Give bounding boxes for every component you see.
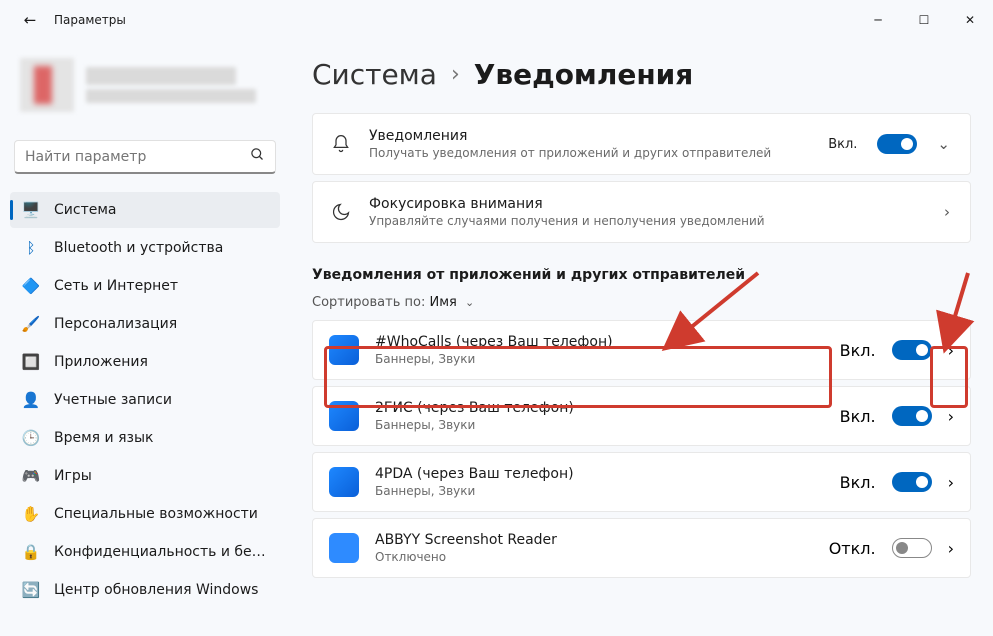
accessibility-icon: ✋ <box>22 505 40 523</box>
profile-text <box>86 58 270 112</box>
app-notifications-list: #WhoCalls (через Ваш телефон) Баннеры, З… <box>312 320 971 578</box>
app-notification-row[interactable]: ABBYY Screenshot Reader Отключено Откл. … <box>312 518 971 578</box>
notifications-master-row[interactable]: Уведомления Получать уведомления от прил… <box>312 113 971 175</box>
chevron-down-icon: ⌄ <box>465 296 474 309</box>
gaming-icon: 🎮 <box>22 467 40 485</box>
section-title: Уведомления от приложений и других отпра… <box>312 267 971 283</box>
notifications-toggle[interactable] <box>877 134 917 154</box>
search-box[interactable] <box>14 140 276 174</box>
sidebar-item-label: Специальные возможности <box>54 506 258 522</box>
chevron-right-icon: › <box>451 62 460 87</box>
search-icon <box>250 147 265 166</box>
breadcrumb-current: Уведомления <box>474 58 693 91</box>
chevron-down-icon[interactable]: ⌄ <box>933 135 954 153</box>
toggle-state-label: Откл. <box>829 539 876 558</box>
sidebar-item-label: Система <box>54 202 116 218</box>
sidebar-item-privacy[interactable]: 🔒 Конфиденциальность и безопасность <box>10 534 280 570</box>
sort-control[interactable]: Сортировать по: Имя ⌄ <box>312 295 971 310</box>
toggle-state-label: Вкл. <box>840 341 876 360</box>
moon-icon <box>329 202 353 222</box>
main-content: Система › Уведомления Уведомления Получа… <box>290 40 993 636</box>
sidebar-item-label: Игры <box>54 468 92 484</box>
app-toggle[interactable] <box>892 340 932 360</box>
sidebar-item-label: Время и язык <box>54 430 153 446</box>
bell-icon <box>329 134 353 154</box>
sidebar-item-apps[interactable]: 🔲 Приложения <box>10 344 280 380</box>
sidebar-item-label: Bluetooth и устройства <box>54 240 223 256</box>
sidebar-item-label: Персонализация <box>54 316 177 332</box>
sidebar-item-label: Сеть и Интернет <box>54 278 178 294</box>
card-title: Уведомления <box>369 128 812 144</box>
toggle-state-label: Вкл. <box>840 473 876 492</box>
search-input[interactable] <box>25 149 250 165</box>
sidebar-item-label: Учетные записи <box>54 392 172 408</box>
app-notification-row[interactable]: 2ГИС (через Ваш телефон) Баннеры, Звуки … <box>312 386 971 446</box>
titlebar: ← Параметры ─ ☐ ✕ <box>0 0 993 40</box>
sidebar-item-network[interactable]: 🔷 Сеть и Интернет <box>10 268 280 304</box>
app-subtitle: Баннеры, Звуки <box>375 484 824 498</box>
sidebar-item-label: Приложения <box>54 354 148 370</box>
app-toggle[interactable] <box>892 538 932 558</box>
privacy-icon: 🔒 <box>22 543 40 561</box>
app-subtitle: Баннеры, Звуки <box>375 418 824 432</box>
card-subtitle: Управляйте случаями получения и неполуче… <box>369 214 924 228</box>
time-icon: 🕒 <box>22 429 40 447</box>
app-notification-row[interactable]: #WhoCalls (через Ваш телефон) Баннеры, З… <box>312 320 971 380</box>
sort-label: Сортировать по: <box>312 295 425 310</box>
app-title: ABBYY Screenshot Reader <box>375 532 813 548</box>
app-icon <box>329 533 359 563</box>
sidebar-item-update[interactable]: 🔄 Центр обновления Windows <box>10 572 280 608</box>
sidebar-item-label: Центр обновления Windows <box>54 582 258 598</box>
close-button[interactable]: ✕ <box>947 0 993 40</box>
minimize-button[interactable]: ─ <box>855 0 901 40</box>
accounts-icon: 👤 <box>22 391 40 409</box>
app-notification-row[interactable]: 4PDA (через Ваш телефон) Баннеры, Звуки … <box>312 452 971 512</box>
breadcrumb: Система › Уведомления <box>312 58 971 91</box>
sidebar-item-accounts[interactable]: 👤 Учетные записи <box>10 382 280 418</box>
toggle-state-label: Вкл. <box>840 407 876 426</box>
sidebar-item-personalization[interactable]: 🖌️ Персонализация <box>10 306 280 342</box>
nav-list: 🖥️ Система ᛒ Bluetooth и устройства 🔷 Сеть и … <box>10 192 280 608</box>
app-subtitle: Баннеры, Звуки <box>375 352 824 366</box>
chevron-right-icon[interactable]: › <box>940 203 954 221</box>
avatar <box>20 58 74 112</box>
bluetooth-icon: ᛒ <box>22 239 40 257</box>
sidebar-item-bluetooth[interactable]: ᛒ Bluetooth и устройства <box>10 230 280 266</box>
app-subtitle: Отключено <box>375 550 813 564</box>
sidebar-item-label: Конфиденциальность и безопасность <box>54 544 268 560</box>
window-title: Параметры <box>54 13 126 27</box>
sidebar-item-time[interactable]: 🕒 Время и язык <box>10 420 280 456</box>
app-toggle[interactable] <box>892 406 932 426</box>
personalization-icon: 🖌️ <box>22 315 40 333</box>
focus-assist-row[interactable]: Фокусировка внимания Управляйте случаями… <box>312 181 971 243</box>
app-icon <box>329 401 359 431</box>
app-icon <box>329 335 359 365</box>
profile-block[interactable] <box>10 48 280 122</box>
breadcrumb-parent[interactable]: Система <box>312 58 437 91</box>
sidebar-item-accessibility[interactable]: ✋ Специальные возможности <box>10 496 280 532</box>
chevron-right-icon[interactable]: › <box>948 473 954 492</box>
app-toggle[interactable] <box>892 472 932 492</box>
app-icon <box>329 467 359 497</box>
sidebar-item-system[interactable]: 🖥️ Система <box>10 192 280 228</box>
card-title: Фокусировка внимания <box>369 196 924 212</box>
system-icon: 🖥️ <box>22 201 40 219</box>
sidebar-item-gaming[interactable]: 🎮 Игры <box>10 458 280 494</box>
chevron-right-icon[interactable]: › <box>948 407 954 426</box>
toggle-state-label: Вкл. <box>828 137 857 152</box>
chevron-right-icon[interactable]: › <box>948 539 954 558</box>
back-button[interactable]: ← <box>12 11 48 29</box>
window-controls: ─ ☐ ✕ <box>855 0 993 40</box>
apps-icon: 🔲 <box>22 353 40 371</box>
sort-value: Имя <box>429 295 456 310</box>
card-subtitle: Получать уведомления от приложений и дру… <box>369 146 812 160</box>
app-title: #WhoCalls (через Ваш телефон) <box>375 334 824 350</box>
maximize-button[interactable]: ☐ <box>901 0 947 40</box>
sidebar: 🖥️ Система ᛒ Bluetooth и устройства 🔷 Сеть и … <box>0 40 290 636</box>
app-title: 2ГИС (через Ваш телефон) <box>375 400 824 416</box>
update-icon: 🔄 <box>22 581 40 599</box>
network-icon: 🔷 <box>22 277 40 295</box>
app-title: 4PDA (через Ваш телефон) <box>375 466 824 482</box>
chevron-right-icon[interactable]: › <box>948 341 954 360</box>
